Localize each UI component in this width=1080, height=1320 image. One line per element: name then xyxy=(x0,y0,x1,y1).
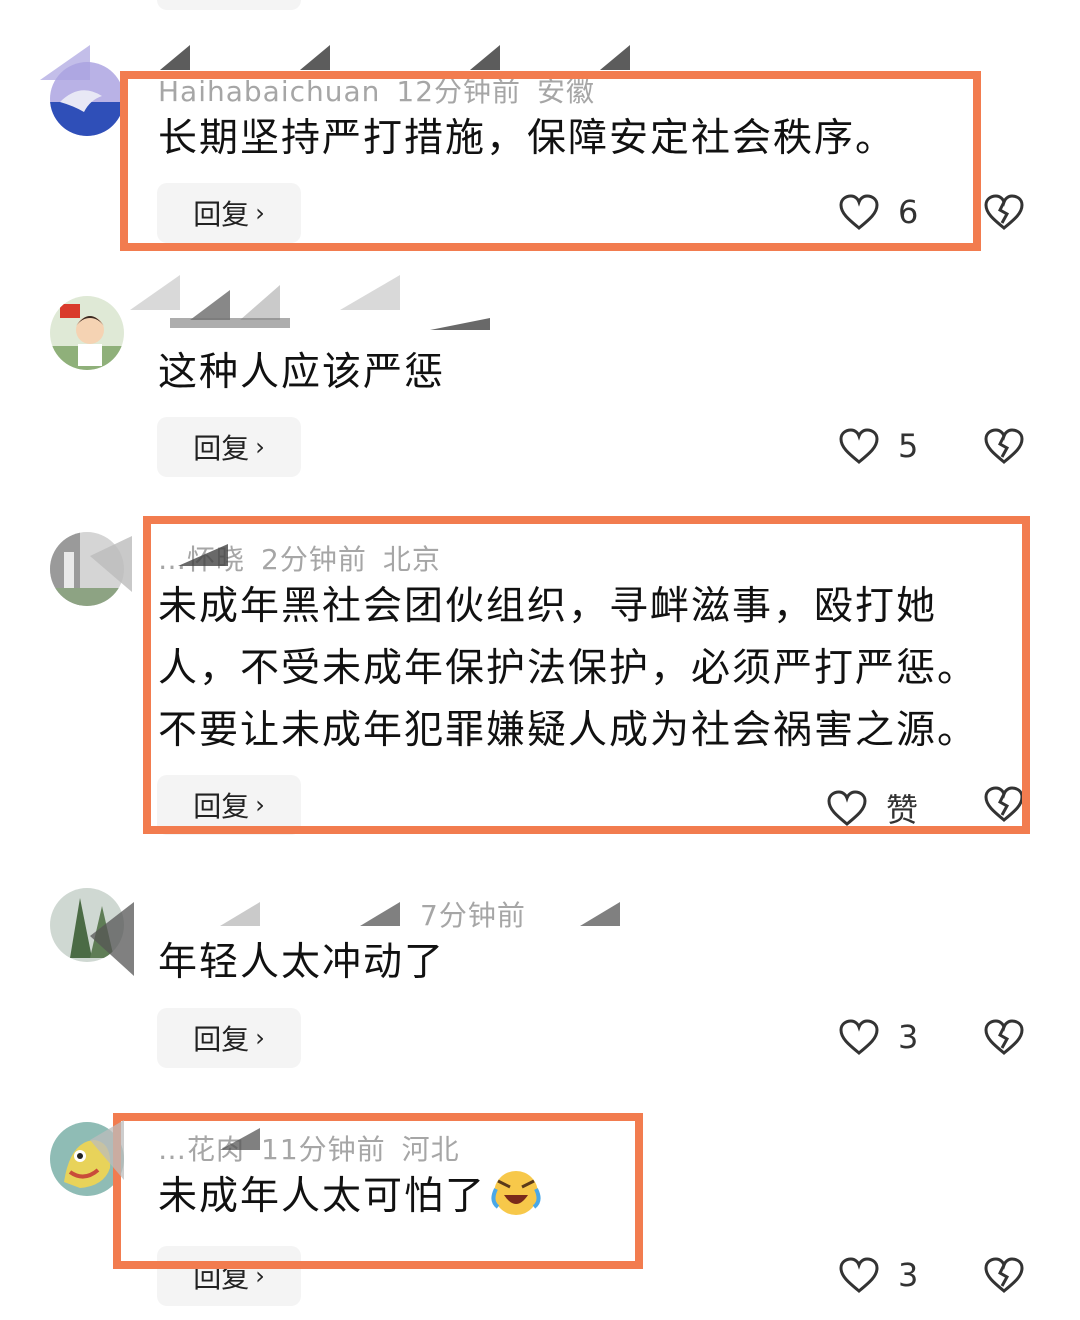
chevron-right-icon: › xyxy=(255,199,265,227)
reply-label: 回复 xyxy=(193,1261,250,1294)
chevron-right-icon: › xyxy=(255,791,265,819)
comment-text: 年轻人太冲动了 xyxy=(158,940,446,985)
heart-outline-icon xyxy=(839,428,879,464)
reply-label: 回复 xyxy=(193,432,250,465)
heart-outline-icon xyxy=(827,790,867,826)
dislike-button[interactable] xyxy=(983,193,1025,235)
chevron-right-icon: › xyxy=(255,1024,265,1052)
like-count: 赞 xyxy=(886,791,919,829)
broken-heart-icon xyxy=(984,428,1024,464)
comment-text: 长期坚持严打措施，保障安定社会秩序。 xyxy=(158,116,897,161)
dislike-button[interactable] xyxy=(983,785,1025,827)
comment-text-body: 未成年人太可怕了 xyxy=(158,1174,487,1219)
previous-reply-button-stub[interactable] xyxy=(157,0,301,10)
avatar[interactable] xyxy=(50,296,124,370)
reply-button[interactable]: 回复 › xyxy=(157,1008,301,1068)
comment-meta: Haihabaichuan 12分钟前 安徽 xyxy=(158,70,595,110)
like-count: 3 xyxy=(898,1256,919,1294)
reply-label: 回复 xyxy=(193,1023,250,1056)
timestamp: 2分钟前 xyxy=(261,543,367,576)
broken-heart-icon xyxy=(984,786,1024,822)
dislike-button[interactable] xyxy=(983,427,1025,469)
dislike-button[interactable] xyxy=(983,1256,1025,1298)
like-count: 3 xyxy=(898,1018,919,1056)
location: 北京 xyxy=(382,543,441,576)
location: 河北 xyxy=(401,1133,460,1166)
avatar[interactable] xyxy=(50,888,124,962)
like-count: 5 xyxy=(898,427,919,465)
dislike-button[interactable] xyxy=(983,1018,1025,1060)
comment-meta: 7分钟前 xyxy=(420,894,526,934)
username[interactable]: Haihabaichuan xyxy=(158,75,380,108)
like-button[interactable]: 6 xyxy=(838,193,918,231)
reply-label: 回复 xyxy=(193,198,250,231)
heart-outline-icon xyxy=(839,1257,879,1293)
timestamp: 11分钟前 xyxy=(261,1133,386,1166)
reply-label: 回复 xyxy=(193,790,250,823)
reply-button[interactable]: 回复 › xyxy=(157,417,301,477)
broken-heart-icon xyxy=(984,1257,1024,1293)
like-count: 6 xyxy=(898,193,919,231)
avatar[interactable] xyxy=(50,532,124,606)
comment-text: 未成年黑社会团伙组织，寻衅滋事，殴打她人，不受未成年保护法保护，必须严打严惩。不… xyxy=(158,584,979,753)
location: 安徽 xyxy=(537,75,596,108)
comment-text: 未成年人太可怕了 xyxy=(158,1166,1008,1228)
broken-heart-icon xyxy=(984,194,1024,230)
reply-button[interactable]: 回复 › xyxy=(157,1246,301,1306)
comment-meta: …怀晓 2分钟前 北京 xyxy=(158,538,441,578)
comment-meta: …花肉 11分钟前 河北 xyxy=(158,1128,460,1168)
avatar[interactable] xyxy=(50,62,124,136)
like-button[interactable]: 5 xyxy=(838,427,918,465)
username[interactable]: …花肉 xyxy=(158,1133,245,1166)
broken-heart-icon xyxy=(984,1019,1024,1055)
reply-button[interactable]: 回复 › xyxy=(157,775,301,835)
avatar[interactable] xyxy=(50,1122,124,1196)
like-button[interactable]: 赞 xyxy=(826,785,918,831)
like-button[interactable]: 3 xyxy=(838,1256,918,1294)
username[interactable]: …怀晓 xyxy=(158,543,245,576)
heart-outline-icon xyxy=(839,1019,879,1055)
reply-button[interactable]: 回复 › xyxy=(157,183,301,243)
like-button[interactable]: 3 xyxy=(838,1018,918,1056)
timestamp: 12分钟前 xyxy=(396,75,522,108)
heart-outline-icon xyxy=(839,194,879,230)
chevron-right-icon: › xyxy=(255,433,265,461)
comment-text: 这种人应该严惩 xyxy=(158,350,446,395)
chevron-right-icon: › xyxy=(255,1262,265,1290)
mosaic-overlay xyxy=(130,275,490,330)
timestamp: 7分钟前 xyxy=(420,899,526,932)
laughing-crying-emoji-icon xyxy=(490,1167,542,1219)
